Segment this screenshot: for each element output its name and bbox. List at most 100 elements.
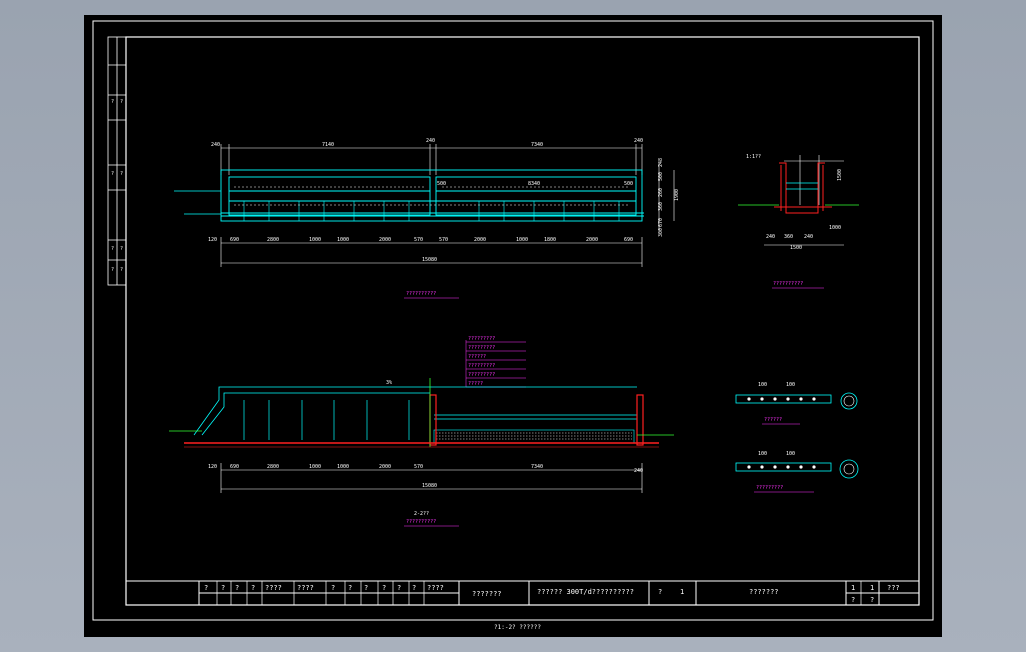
plan-bottom-dim: 2000 bbox=[474, 237, 486, 243]
plan-bottom-dim: 570 bbox=[414, 237, 423, 243]
project-name: ?????? 300T/d?????????? bbox=[537, 588, 634, 596]
scale-cell: ? bbox=[658, 588, 662, 596]
title-cell: ? bbox=[348, 584, 352, 592]
section-label: 1:1?? bbox=[746, 154, 761, 160]
plan-inner-dim: 500 bbox=[624, 181, 633, 187]
plan-dim-top: 7140 bbox=[322, 142, 334, 148]
elevation-dim: 7340 bbox=[531, 464, 543, 470]
elevation-section: ????????? ????????? ?????? ????????? ???… bbox=[169, 336, 674, 527]
title-right-cell: ? bbox=[851, 596, 855, 604]
pipe-b-dim: 100 bbox=[786, 451, 795, 457]
plan-right-dim: 360 bbox=[658, 202, 664, 211]
legend-item: ????????? bbox=[468, 336, 495, 342]
section-1-1: 1:1?? 240 360 240 1500 1500 1000 ???????… bbox=[738, 154, 859, 289]
legend-item: ????? bbox=[468, 381, 483, 387]
plan-right-dim: 260 bbox=[658, 188, 664, 197]
strip-label: ? bbox=[111, 267, 114, 273]
title-cell: ? bbox=[204, 584, 208, 592]
title-cell: ? bbox=[235, 584, 239, 592]
plan-total-dim: 15080 bbox=[422, 257, 437, 263]
drawing-canvas: ? ? ? ? ? ? ? ? 240 7140 240 7340 240 50… bbox=[92, 20, 934, 631]
elevation-caption: 2-2?? bbox=[414, 511, 429, 517]
pipe-detail-a: 100 100 ?????? bbox=[735, 382, 858, 425]
inner-frame bbox=[125, 36, 920, 606]
strip-label: ? bbox=[120, 246, 123, 252]
pipe-b-title: ????????? bbox=[756, 485, 783, 491]
plan-right-dim: 670 bbox=[658, 218, 664, 227]
plan-dim-top: 240 bbox=[426, 138, 435, 144]
plan-bottom-dim: 120 bbox=[208, 237, 217, 243]
title-cell: ? bbox=[364, 584, 368, 592]
elevation-total-dim: 15080 bbox=[422, 483, 437, 489]
plan-right-dim: 1900 bbox=[674, 189, 680, 201]
strip-label: ? bbox=[111, 99, 114, 105]
plan-bottom-dim: 2000 bbox=[586, 237, 598, 243]
elevation-dim: 1000 bbox=[309, 464, 321, 470]
title-right-cell: ??? bbox=[887, 584, 900, 592]
plan-bottom-dim: 1000 bbox=[309, 237, 321, 243]
section-dim: 360 bbox=[784, 234, 793, 240]
plan-bottom-dim: 1000 bbox=[337, 237, 349, 243]
title-cell: ? bbox=[412, 584, 416, 592]
plan-bottom-dim: 2800 bbox=[267, 237, 279, 243]
plan-view: 240 7140 240 7340 240 500 8340 500 248 5… bbox=[174, 138, 680, 299]
outer-frame bbox=[92, 20, 934, 621]
plan-bottom-dim: 1800 bbox=[544, 237, 556, 243]
title-cell: ???? bbox=[265, 584, 282, 592]
elevation-dim: 240 bbox=[634, 468, 643, 474]
legend-item: ?????? bbox=[468, 354, 486, 360]
sheet-number: 1 bbox=[680, 588, 684, 596]
elevation-title: ?????????? bbox=[406, 519, 436, 525]
legend-item: ????????? bbox=[468, 363, 495, 369]
plan-bottom-dim: 690 bbox=[624, 237, 633, 243]
plan-inner-dim: 500 bbox=[437, 181, 446, 187]
title-right-cell: 1 bbox=[870, 584, 874, 592]
title-right-cell: 1 bbox=[851, 584, 855, 592]
pipe-detail-b: 100 100 ????????? bbox=[735, 451, 859, 493]
legend-item: ????????? bbox=[468, 372, 495, 378]
plan-bottom-dim: 690 bbox=[230, 237, 239, 243]
title-cell: ???? bbox=[297, 584, 314, 592]
drawing-name: ??????? bbox=[749, 588, 779, 596]
elevation-dim: 2800 bbox=[267, 464, 279, 470]
pipe-b-dim: 100 bbox=[758, 451, 767, 457]
title-cell: ? bbox=[331, 584, 335, 592]
elevation-dim: 690 bbox=[230, 464, 239, 470]
plan-dim-top: 7340 bbox=[531, 142, 543, 148]
plan-view-title: ?????????? bbox=[406, 291, 436, 297]
cad-drawing-sheet: ? ? ? ? ? ? ? ? 240 7140 240 7340 240 50… bbox=[84, 15, 942, 637]
slope-label: 3% bbox=[386, 380, 392, 386]
elevation-dim: 1000 bbox=[337, 464, 349, 470]
section-dim: 240 bbox=[766, 234, 775, 240]
title-cell: ? bbox=[382, 584, 386, 592]
title-cell: ? bbox=[221, 584, 225, 592]
strip-label: ? bbox=[120, 99, 123, 105]
plan-dim-top: 240 bbox=[211, 142, 220, 148]
section-title: ?????????? bbox=[773, 281, 803, 287]
pipe-a-title: ?????? bbox=[764, 417, 782, 423]
section-dim: 1500 bbox=[790, 245, 802, 251]
designer-cell: ??????? bbox=[472, 590, 502, 598]
elevation-dim: 2000 bbox=[379, 464, 391, 470]
pipe-a-dim: 100 bbox=[786, 382, 795, 388]
section-label: 1500 bbox=[837, 169, 843, 181]
title-right-cell: ? bbox=[870, 596, 874, 604]
elevation-dim: 570 bbox=[414, 464, 423, 470]
sheet-caption: ?1:-2? ?????? bbox=[494, 624, 541, 631]
elevation-dim: 120 bbox=[208, 464, 217, 470]
strip-label: ? bbox=[120, 267, 123, 273]
strip-label: ? bbox=[120, 171, 123, 177]
plan-bottom-dim: 570 bbox=[439, 237, 448, 243]
title-cell: ? bbox=[397, 584, 401, 592]
title-cell: ? bbox=[251, 584, 255, 592]
strip-label: ? bbox=[111, 171, 114, 177]
title-cell: ???? bbox=[427, 584, 444, 592]
plan-right-dim: 300 bbox=[658, 228, 664, 237]
plan-dim-top: 240 bbox=[634, 138, 643, 144]
legend-item: ????????? bbox=[468, 345, 495, 351]
section-dim: 240 bbox=[804, 234, 813, 240]
title-block: ? ? ? ? ???? ???? ? ? ? ? ? ? ???? ?????… bbox=[125, 580, 920, 606]
plan-inner-dim: 8340 bbox=[528, 181, 540, 187]
section-label: 1000 bbox=[829, 225, 841, 231]
strip-label: ? bbox=[111, 246, 114, 252]
